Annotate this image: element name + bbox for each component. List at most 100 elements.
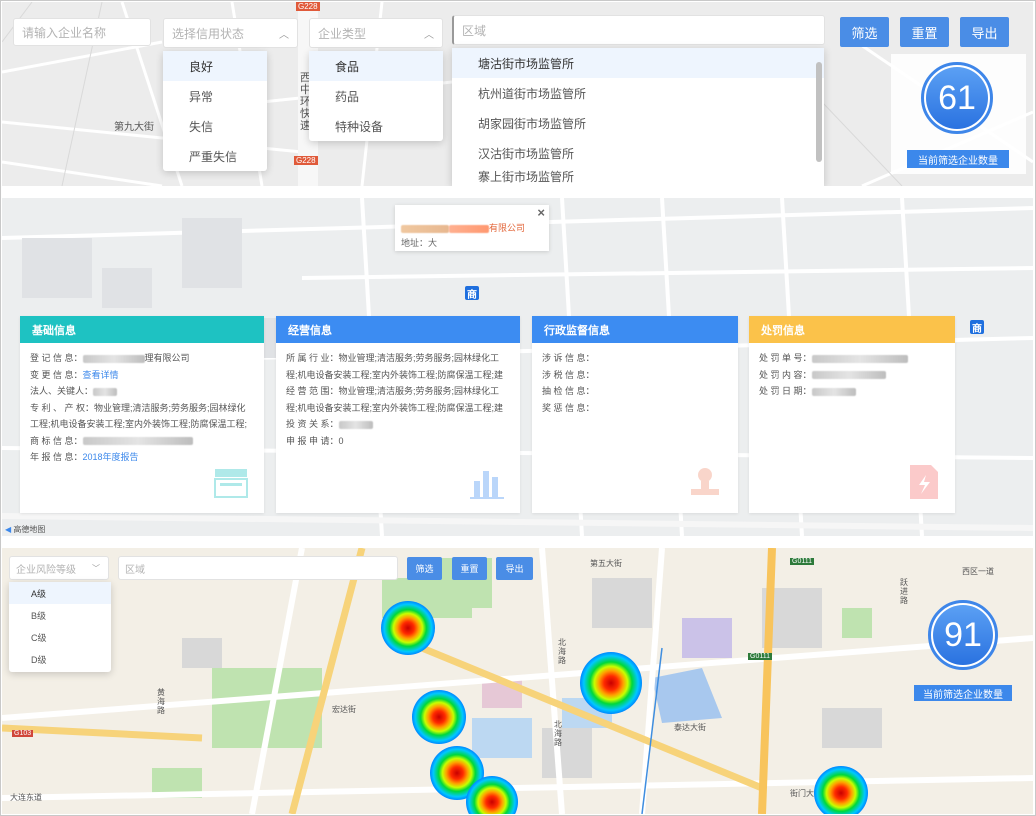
amap-logo-icon: ◀ (5, 525, 12, 534)
count-value: 61 (926, 67, 988, 129)
risk-option-d[interactable]: D级 (9, 648, 111, 670)
map-road-label: 宏达街 (332, 705, 356, 714)
field-label: 变 更 信 息： (30, 369, 83, 380)
region-placeholder: 区域 (462, 23, 487, 38)
region-option[interactable]: 汉沽街市场监管所 (452, 138, 824, 168)
field-label: 处 罚 日 期： (759, 386, 812, 396)
map-road-label: 第九大街 (114, 122, 154, 133)
map-road-label: 北海路 (558, 638, 566, 665)
field-label: 专 利 、 产 权： (30, 402, 95, 413)
redacted-text (82, 437, 193, 446)
credit-status-select[interactable]: 选择信用状态 ︿ (163, 18, 298, 48)
dropdown-scrollbar[interactable] (816, 62, 822, 162)
inspection-row: 抽 检 信 息： (542, 386, 595, 396)
document-stack-icon (214, 469, 248, 498)
legal-row: 法人、关键人： (30, 383, 254, 400)
field-label: 申 报 申 请： (286, 435, 339, 446)
redacted-text (811, 371, 886, 380)
card-header: 基础信息 (20, 316, 264, 343)
card-header: 行政监督信息 (532, 316, 738, 343)
redacted-text (82, 354, 145, 363)
chevron-up-icon: ︿ (279, 29, 289, 41)
company-type-select[interactable]: 企业类型 ︿ (309, 18, 443, 48)
risk-heat-spot[interactable] (814, 766, 868, 814)
risk-level-select[interactable]: 企业风险等级 ﹀ (9, 556, 109, 580)
credit-option-severe[interactable]: 严重失信 (163, 141, 267, 171)
company-name-placeholder: 请输入企业名称 (22, 25, 107, 40)
field-label: 商 标 信 息： (30, 435, 83, 446)
penalty-content-row: 处 罚 内 容： (759, 367, 945, 384)
company-info-panel: 有限公司 地址：大 × 商 商 ◀ 高德地图 基础信息 登 记 信 息： 理有限公… (2, 198, 1033, 536)
penalty-date-row: 处 罚 日 期： (759, 383, 945, 400)
company-name-input[interactable]: 请输入企业名称 (13, 18, 151, 46)
field-value: 理有限公司 (144, 353, 190, 363)
map-attribution: ◀ 高德地图 (5, 524, 45, 535)
close-icon[interactable]: × (537, 205, 545, 220)
change-row: 变 更 信 息：查看详情 (30, 367, 254, 384)
company-popup: 有限公司 地址：大 × (395, 205, 549, 251)
admin-supervision-card: 行政监督信息 涉 诉 信 息： 涉 税 信 息： 抽 检 信 息： 奖 惩 信 … (532, 316, 738, 513)
credit-option-untrustworthy[interactable]: 失信 (163, 111, 267, 141)
card-header: 经营信息 (276, 316, 520, 343)
map-road-label: 北海路 (554, 720, 562, 747)
export-button[interactable]: 导出 (960, 17, 1009, 47)
field-value: 0 (338, 435, 344, 446)
highway-tag: G0111 (790, 558, 814, 565)
region-option[interactable]: 胡家园街市场监管所 (452, 108, 824, 138)
reg-row: 登 记 信 息： 理有限公司 (30, 350, 254, 367)
highway-tag: G103 (12, 730, 34, 737)
shop-marker[interactable]: 商 (970, 320, 984, 335)
litigation-row: 涉 诉 信 息： (542, 353, 595, 363)
credit-option-abnormal[interactable]: 异常 (163, 81, 267, 111)
credit-option-good[interactable]: 良好 (163, 51, 267, 81)
field-label: 处 罚 内 容： (759, 369, 812, 380)
risk-option-b[interactable]: B级 (9, 604, 111, 626)
region-dropdown: 塘沽街市场监管所 杭州道街市场监管所 胡家园街市场监管所 汉沽街市场监管所 寨上… (452, 48, 824, 186)
highway-tag: G228 (296, 2, 320, 11)
region-option[interactable]: 杭州道街市场监管所 (452, 78, 824, 108)
filter-button[interactable]: 筛选 (407, 557, 442, 580)
region-placeholder: 区域 (125, 564, 145, 576)
map-background[interactable] (2, 548, 1033, 814)
highway-tag: G228 (294, 156, 318, 165)
region-input[interactable]: 区域 (452, 15, 825, 45)
region-option[interactable]: 塘沽街市场监管所 (452, 48, 824, 78)
region-input[interactable]: 区域 (118, 556, 398, 580)
ip-row: 专 利 、 产 权：物业管理;清洁服务;劳务服务;园林绿化工程;机电设备安装工程… (30, 400, 254, 433)
industry-row: 所 属 行 业：物业管理;清洁服务;劳务服务;园林绿化工程;机电设备安装工程;室… (286, 350, 510, 383)
region-option[interactable]: 寨上街市场监管所 (452, 168, 824, 186)
company-type-placeholder: 企业类型 (318, 26, 367, 41)
reset-button[interactable]: 重置 (452, 557, 487, 580)
map-road-label: 大连东道 (10, 793, 42, 802)
shop-marker[interactable]: 商 (465, 286, 479, 301)
type-option-food[interactable]: 食品 (309, 51, 443, 81)
highway-tag: G0111 (748, 653, 772, 660)
reset-button[interactable]: 重置 (900, 17, 949, 47)
count-circle: 91 (928, 600, 998, 670)
risk-option-a[interactable]: A级 (9, 582, 111, 604)
credit-status-dropdown: 良好 异常 失信 严重失信 (163, 51, 267, 171)
chevron-down-icon: ﹀ (92, 563, 100, 573)
field-label: 处 罚 单 号： (759, 353, 812, 363)
business-info-card: 经营信息 所 属 行 业：物业管理;清洁服务;劳务服务;园林绿化工程;机电设备安… (276, 316, 520, 513)
type-option-drug[interactable]: 药品 (309, 81, 443, 111)
filter-button[interactable]: 筛选 (840, 17, 889, 47)
tax-row: 涉 税 信 息： (542, 369, 595, 380)
field-label: 年 报 信 息： (30, 452, 83, 462)
redacted-text (338, 420, 373, 429)
risk-heat-spot[interactable] (412, 690, 466, 744)
company-type-dropdown: 食品 药品 特种设备 (309, 51, 443, 141)
map-road-label: 第五大街 (590, 559, 622, 568)
attribution-text: 高德地图 (13, 525, 46, 534)
filter-map-panel: 西中环快速 第九大街 G228 G228 请输入企业名称 选择信用状态 ︿ 良好 … (2, 2, 1033, 186)
popup-address: 地址：大 (401, 238, 438, 248)
export-button[interactable]: 导出 (496, 557, 533, 580)
change-details-link[interactable]: 查看详情 (83, 370, 119, 380)
card-header: 处罚信息 (749, 316, 955, 343)
risk-heat-spot[interactable] (580, 652, 642, 714)
field-label: 经 营 范 围： (286, 386, 339, 396)
risk-heat-spot[interactable] (381, 601, 435, 655)
type-option-special-equipment[interactable]: 特种设备 (309, 111, 443, 141)
risk-option-c[interactable]: C级 (9, 626, 111, 648)
annual-report-link[interactable]: 2018年度报告 (83, 452, 139, 462)
